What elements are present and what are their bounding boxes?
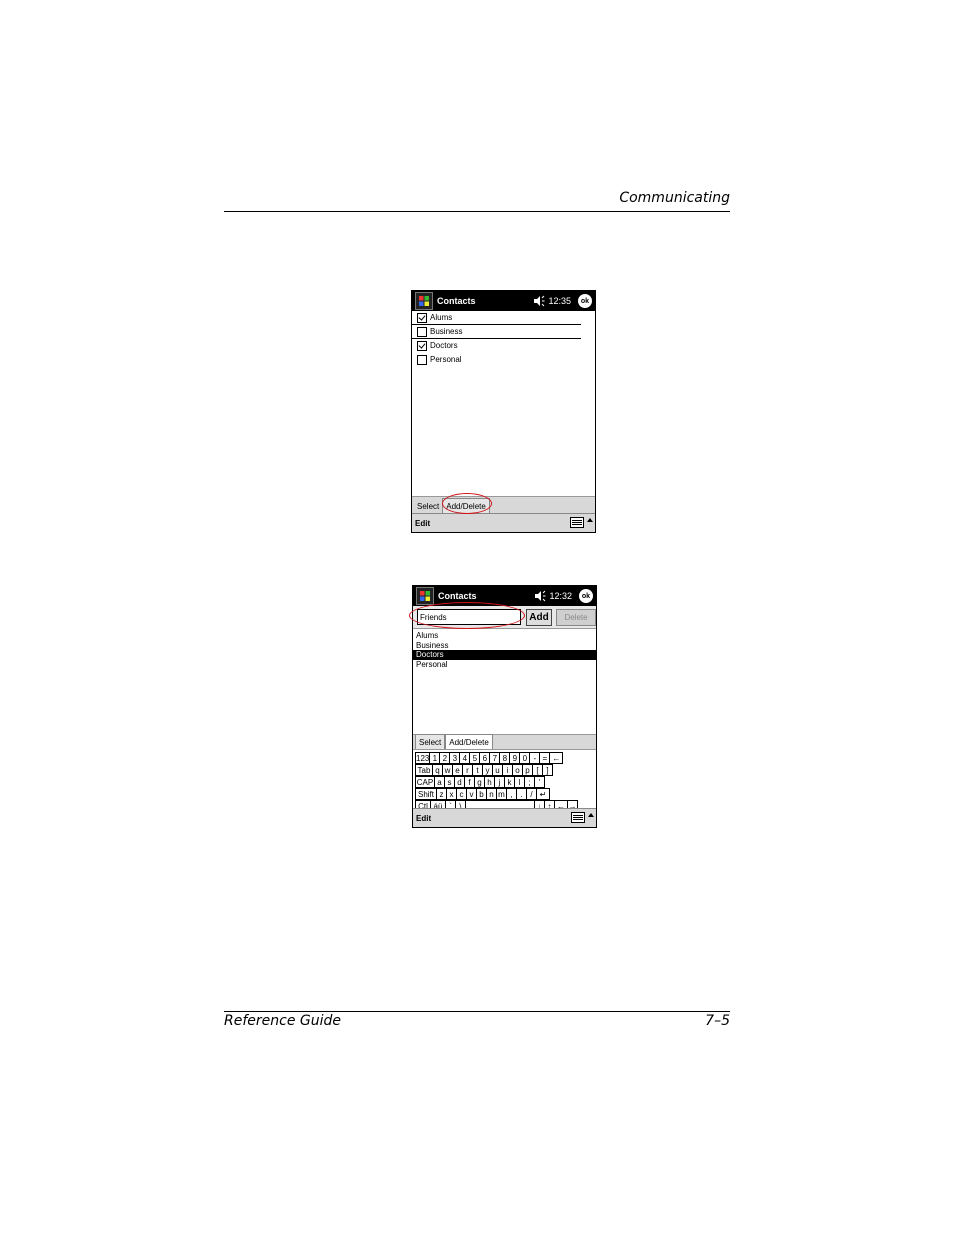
keyboard-key[interactable]: Shift <box>415 788 437 800</box>
input-selector-arrow-icon[interactable] <box>588 813 594 817</box>
edit-menu[interactable]: Edit <box>416 814 431 823</box>
keyboard-key[interactable]: ' <box>534 776 545 788</box>
edit-menu[interactable]: Edit <box>415 519 430 528</box>
app-title: Contacts <box>437 296 476 306</box>
keyboard-key[interactable]: Tab <box>415 764 433 776</box>
keyboard-row: Tab q w e r t y u i o p[] <box>415 764 595 776</box>
list-item[interactable]: Personal <box>413 660 596 670</box>
contacts-categories-add-screen: Contacts 12:32 ok Friends Add Delete Alu… <box>409 585 597 828</box>
highlight-circle <box>409 602 525 629</box>
category-label: Personal <box>430 355 462 364</box>
category-label: Alums <box>430 313 453 322</box>
soft-keyboard: 123 1 2 3 4 5 6 7 8 9 0- = ← Tab q w e r t y u i o p[] CAP a s d f g h… <box>413 749 596 814</box>
list-item[interactable]: Business <box>413 641 596 651</box>
running-header: Communicating <box>619 190 730 206</box>
keyboard-icon[interactable] <box>570 517 584 528</box>
add-button[interactable]: Add <box>526 608 552 626</box>
category-list: Alums Business Doctors Personal <box>412 311 595 496</box>
list-item-selected[interactable]: Doctors <box>413 650 596 660</box>
tab-strip: Select Add/Delete <box>413 734 596 749</box>
start-menu-icon[interactable] <box>415 292 433 310</box>
start-menu-icon[interactable] <box>416 587 434 605</box>
keyboard-key[interactable]: CAP <box>415 776 435 788</box>
keyboard-key[interactable]: ↵ <box>536 788 550 800</box>
category-row[interactable]: Alums <box>412 311 581 325</box>
keyboard-key[interactable]: 123 <box>415 752 431 764</box>
contacts-categories-select-screen: Contacts 12:35 ok Alums Business Doctors… <box>411 290 596 533</box>
category-list: Alums Business Doctors Personal <box>413 629 596 734</box>
list-item[interactable]: Alums <box>413 631 596 641</box>
checkbox-checked[interactable] <box>417 340 427 351</box>
page-number: 7–5 <box>705 1013 730 1029</box>
tab-add-delete[interactable]: Add/Delete <box>445 734 493 749</box>
keyboard-row: 123 1 2 3 4 5 6 7 8 9 0- = ← <box>415 752 595 764</box>
keyboard-row: Shift z x c v b n m,. / ↵ <box>415 788 595 800</box>
category-label: Business <box>430 327 463 336</box>
speaker-icon[interactable] <box>533 295 545 307</box>
footer-title: Reference Guide <box>224 1013 341 1029</box>
footer-rule <box>224 1011 730 1012</box>
menu-bar: Edit <box>412 513 595 532</box>
category-row[interactable]: Business <box>412 325 581 339</box>
input-selector-arrow-icon[interactable] <box>587 518 593 522</box>
header-rule <box>224 211 730 212</box>
tab-strip: Select Add/Delete <box>412 496 595 513</box>
app-title: Contacts <box>438 591 477 601</box>
checkbox-checked[interactable] <box>417 312 427 323</box>
title-bar: Contacts 12:35 ok <box>412 291 595 311</box>
highlight-circle <box>442 493 492 514</box>
ok-button[interactable]: ok <box>579 589 593 603</box>
clock[interactable]: 12:35 <box>548 296 571 306</box>
delete-button[interactable]: Delete <box>556 608 596 626</box>
clock[interactable]: 12:32 <box>549 591 572 601</box>
checkbox-unchecked[interactable] <box>417 354 427 365</box>
ok-button[interactable]: ok <box>578 294 592 308</box>
keyboard-row: CAP a s d f g h j k l; ' <box>415 776 595 788</box>
keyboard-key[interactable]: ] <box>542 764 553 776</box>
tab-select[interactable]: Select <box>414 499 442 513</box>
menu-bar: Edit <box>413 808 596 827</box>
category-row[interactable]: Doctors <box>412 339 595 353</box>
category-label: Doctors <box>430 341 458 350</box>
keyboard-key[interactable]: ← <box>549 752 564 764</box>
category-row[interactable]: Personal <box>412 353 595 367</box>
speaker-icon[interactable] <box>534 590 546 602</box>
keyboard-icon[interactable] <box>571 812 585 823</box>
tab-select[interactable]: Select <box>415 734 446 749</box>
checkbox-unchecked[interactable] <box>417 326 427 337</box>
